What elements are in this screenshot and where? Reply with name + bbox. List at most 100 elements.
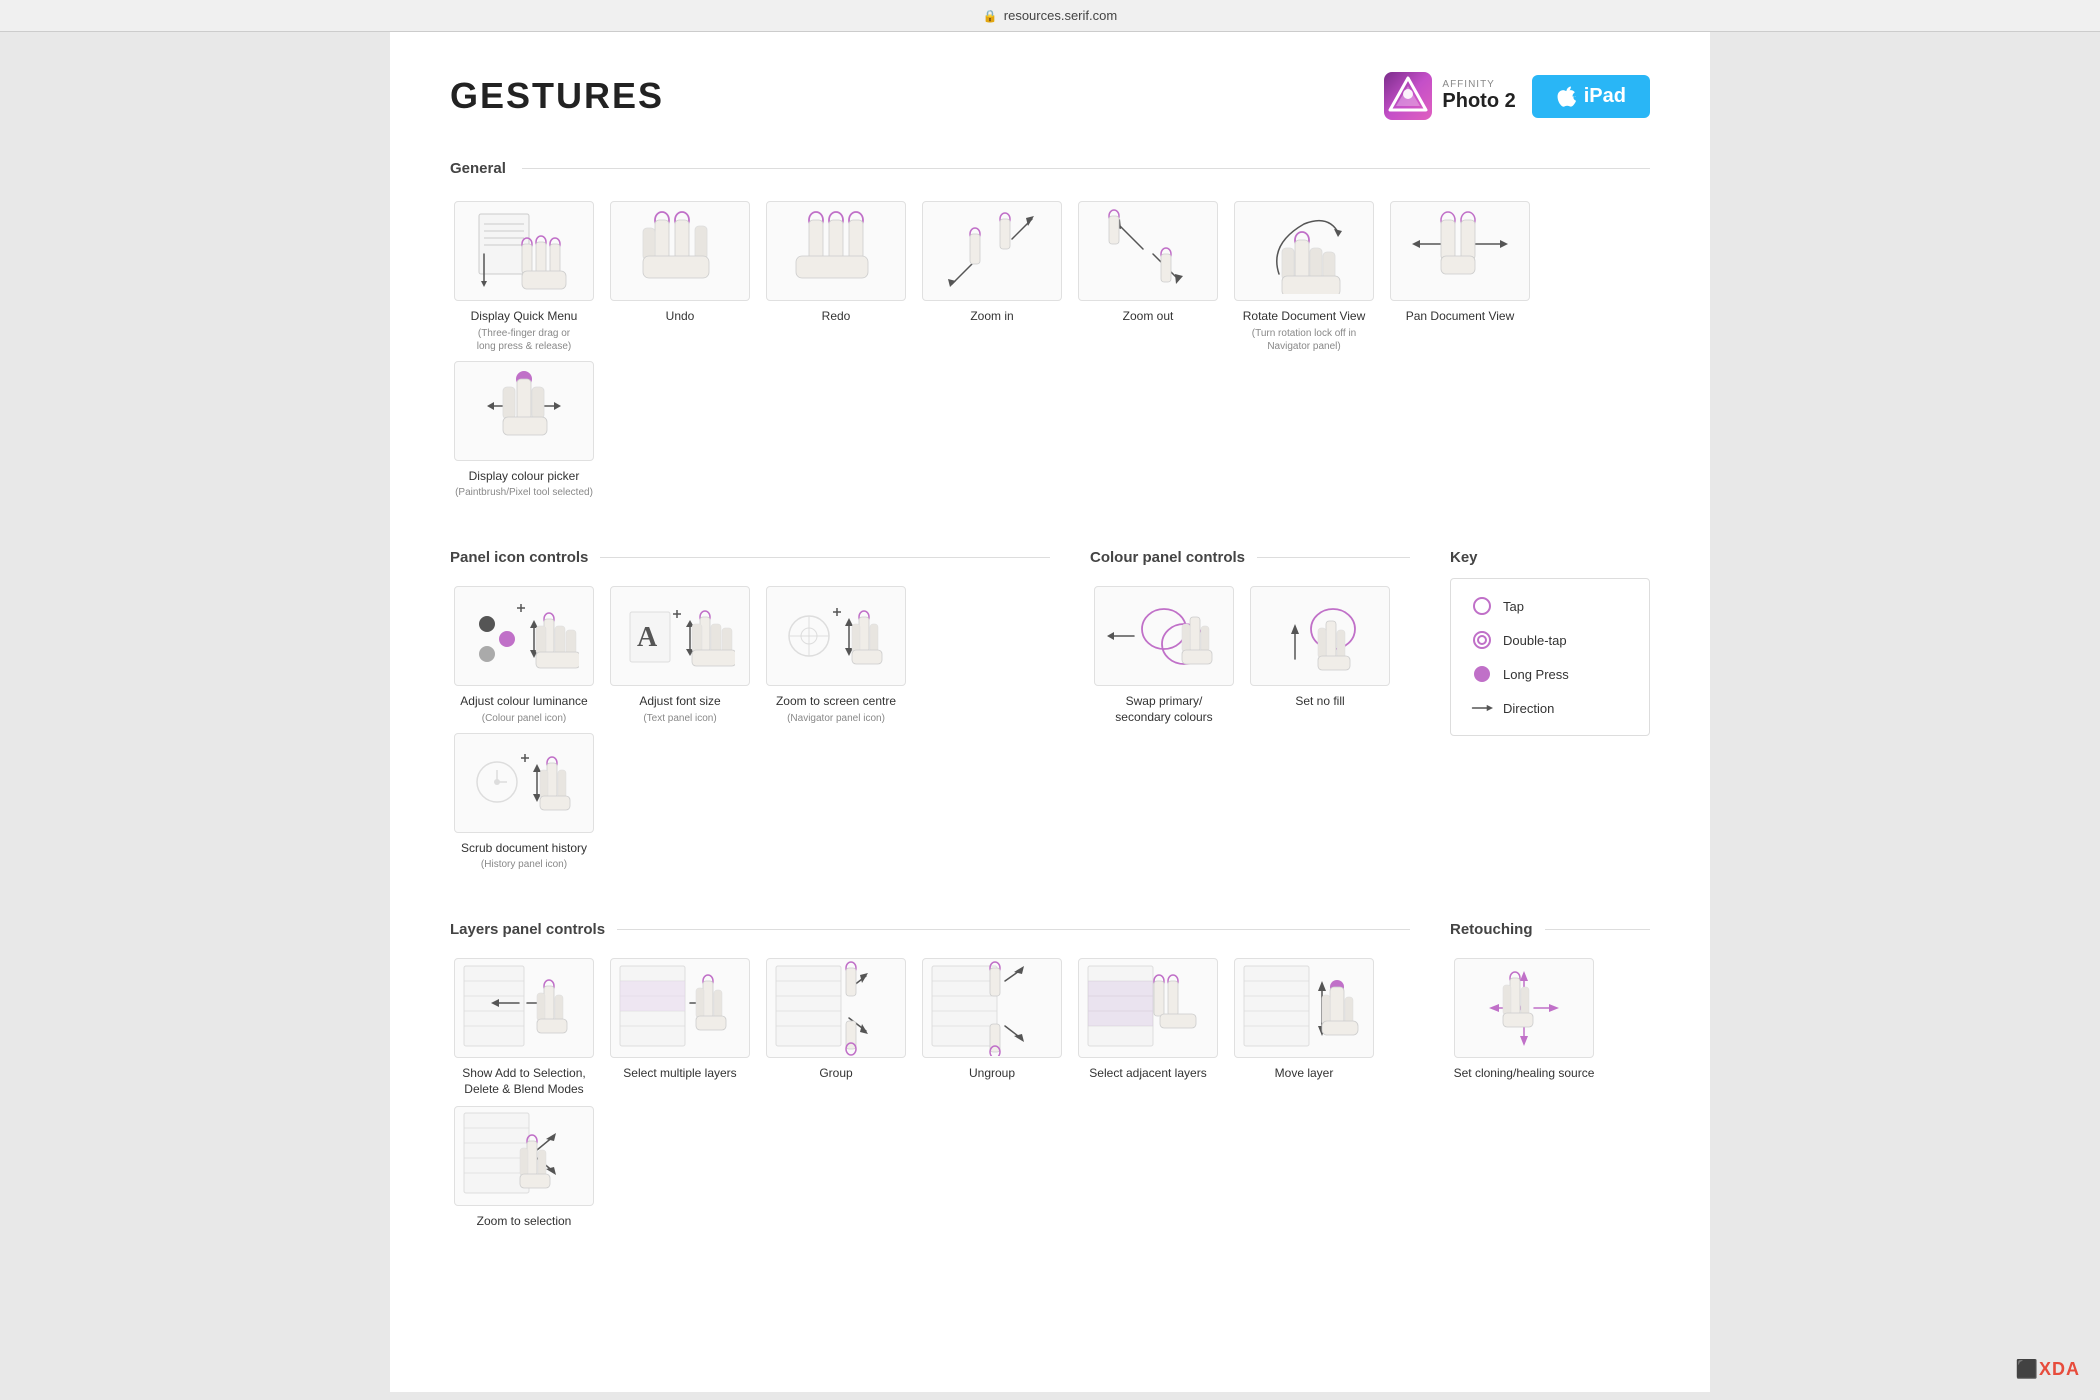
gesture-set-no-fill: Set no fill xyxy=(1246,586,1394,725)
retouching-section: Retouching xyxy=(1450,921,1650,1229)
gesture-label: Display colour picker xyxy=(469,469,580,485)
gesture-move-layer: Move layer xyxy=(1230,958,1378,1097)
affinity-text: AFFINITY Photo 2 xyxy=(1442,79,1515,113)
browser-url: resources.serif.com xyxy=(1004,8,1117,23)
key-tap-label: Tap xyxy=(1503,599,1524,614)
layers-header: Layers panel controls xyxy=(450,921,1410,938)
affinity-label: AFFINITY xyxy=(1442,79,1515,90)
gesture-sublabel: (Turn rotation lock off inNavigator pane… xyxy=(1252,327,1357,353)
gesture-sublabel: (History panel icon) xyxy=(481,858,567,871)
key-double-tap: Double-tap xyxy=(1471,629,1629,651)
colour-panel-header: Colour panel controls xyxy=(1090,549,1410,566)
gesture-sublabel: (Text panel icon) xyxy=(643,712,716,725)
colour-panel-section: Colour panel controls xyxy=(1090,549,1410,871)
layers-grid: Show Add to Selection,Delete & Blend Mod… xyxy=(450,958,1410,1229)
svg-text:A: A xyxy=(637,622,658,653)
layers-title: Layers panel controls xyxy=(450,921,605,938)
gesture-label: Display Quick Menu xyxy=(471,309,578,325)
gesture-label: Adjust colour luminance xyxy=(460,694,587,710)
panel-icon-line xyxy=(600,557,1050,558)
gesture-label: Group xyxy=(819,1066,852,1082)
affinity-product: Photo 2 xyxy=(1442,90,1515,113)
gesture-display-quick-menu: Display Quick Menu (Three-finger drag or… xyxy=(450,201,598,353)
key-tap: Tap xyxy=(1471,595,1629,617)
panel-icon-grid: Adjust colour luminance (Colour panel ic… xyxy=(450,586,1050,871)
gesture-sublabel: (Navigator panel icon) xyxy=(787,712,885,725)
gesture-label: Show Add to Selection,Delete & Blend Mod… xyxy=(462,1066,585,1097)
gesture-pan-doc: Pan Document View xyxy=(1386,201,1534,353)
gesture-label: Select adjacent layers xyxy=(1089,1066,1206,1082)
gesture-zoom-out: Zoom out xyxy=(1074,201,1222,353)
tap-icon xyxy=(1471,595,1493,617)
gesture-sublabel: (Three-finger drag orlong press & releas… xyxy=(477,327,572,353)
gesture-label: Select multiple layers xyxy=(623,1066,736,1082)
apple-icon xyxy=(1556,85,1576,107)
layers-section-wrapper: Layers panel controls xyxy=(450,921,1650,1229)
key-section: Key Tap xyxy=(1450,549,1650,871)
gesture-group: Group xyxy=(762,958,910,1097)
retouching-title: Retouching xyxy=(1450,921,1533,938)
gesture-label: Undo xyxy=(666,309,695,325)
ipad-badge: iPad xyxy=(1532,75,1650,118)
gesture-label: Zoom in xyxy=(970,309,1013,325)
page-title: GESTURES xyxy=(450,75,664,117)
gesture-label: Set no fill xyxy=(1295,694,1344,710)
gesture-ungroup: Ungroup xyxy=(918,958,1066,1097)
gesture-label: Adjust font size xyxy=(639,694,720,710)
gesture-zoom-selection: Zoom to selection xyxy=(450,1106,598,1230)
panel-section-wrapper: Panel icon controls xyxy=(450,549,1650,871)
gesture-label: Set cloning/healing source xyxy=(1454,1066,1595,1082)
gesture-swap-colours: Swap primary/secondary colours xyxy=(1090,586,1238,725)
key-direction-label: Direction xyxy=(1503,701,1554,716)
gesture-label: Swap primary/secondary colours xyxy=(1115,694,1212,725)
page-header: GESTURES xyxy=(450,72,1650,120)
layers-section: Layers panel controls xyxy=(450,921,1410,1229)
colour-panel-grid: Swap primary/secondary colours xyxy=(1090,586,1410,725)
gesture-set-cloning: Set cloning/healing source xyxy=(1450,958,1598,1082)
key-inner: Tap Double-tap xyxy=(1450,578,1650,736)
direction-icon xyxy=(1471,697,1493,719)
gesture-sublabel: (Paintbrush/Pixel tool selected) xyxy=(455,486,593,499)
xda-watermark: ⬛XDA xyxy=(2016,1359,2080,1380)
gesture-label: Pan Document View xyxy=(1406,309,1515,325)
layers-line xyxy=(617,929,1410,930)
gesture-select-adjacent: Select adjacent layers xyxy=(1074,958,1222,1097)
gesture-zoom-centre: Zoom to screen centre (Navigator panel i… xyxy=(762,586,910,725)
gesture-label: Ungroup xyxy=(969,1066,1015,1082)
gesture-select-multiple: Select multiple layers xyxy=(606,958,754,1097)
general-gestures-grid: Display Quick Menu (Three-finger drag or… xyxy=(450,201,1650,499)
general-title: General xyxy=(450,160,506,177)
panel-icon-section: Panel icon controls xyxy=(450,549,1050,871)
long-press-icon xyxy=(1471,663,1493,685)
gesture-sublabel: (Colour panel icon) xyxy=(482,712,567,725)
gesture-label: Redo xyxy=(822,309,851,325)
gesture-label: Move layer xyxy=(1275,1066,1334,1082)
gesture-label: Zoom to screen centre xyxy=(776,694,896,710)
retouching-header: Retouching xyxy=(1450,921,1650,938)
key-long-press-label: Long Press xyxy=(1503,667,1569,682)
key-double-tap-label: Double-tap xyxy=(1503,633,1567,648)
ipad-label: iPad xyxy=(1584,85,1626,108)
gesture-scrub-history: Scrub document history (History panel ic… xyxy=(450,733,598,872)
key-direction: Direction xyxy=(1471,697,1629,719)
gesture-colour-picker: Display colour picker (Paintbrush/Pixel … xyxy=(450,361,598,500)
browser-bar: 🔒 resources.serif.com xyxy=(0,0,2100,32)
gesture-rotate-doc: Rotate Document View (Turn rotation lock… xyxy=(1230,201,1378,353)
colour-panel-title: Colour panel controls xyxy=(1090,549,1245,566)
gesture-label: Rotate Document View xyxy=(1243,309,1366,325)
double-tap-icon xyxy=(1471,629,1493,651)
gesture-adj-font: A xyxy=(606,586,754,725)
gesture-zoom-in: Zoom in xyxy=(918,201,1066,353)
gesture-adj-luminance: Adjust colour luminance (Colour panel ic… xyxy=(450,586,598,725)
retouching-grid: Set cloning/healing source xyxy=(1450,958,1650,1082)
gesture-redo: Redo xyxy=(762,201,910,353)
lock-icon: 🔒 xyxy=(983,9,998,23)
gesture-show-add: Show Add to Selection,Delete & Blend Mod… xyxy=(450,958,598,1097)
main-content: GESTURES xyxy=(390,32,1710,1392)
retouching-line xyxy=(1545,929,1651,930)
key-title: Key xyxy=(1450,549,1650,566)
colour-panel-line xyxy=(1257,557,1410,558)
gesture-label: Zoom out xyxy=(1123,309,1174,325)
gesture-label: Scrub document history xyxy=(461,841,587,857)
panel-icon-header: Panel icon controls xyxy=(450,549,1050,566)
